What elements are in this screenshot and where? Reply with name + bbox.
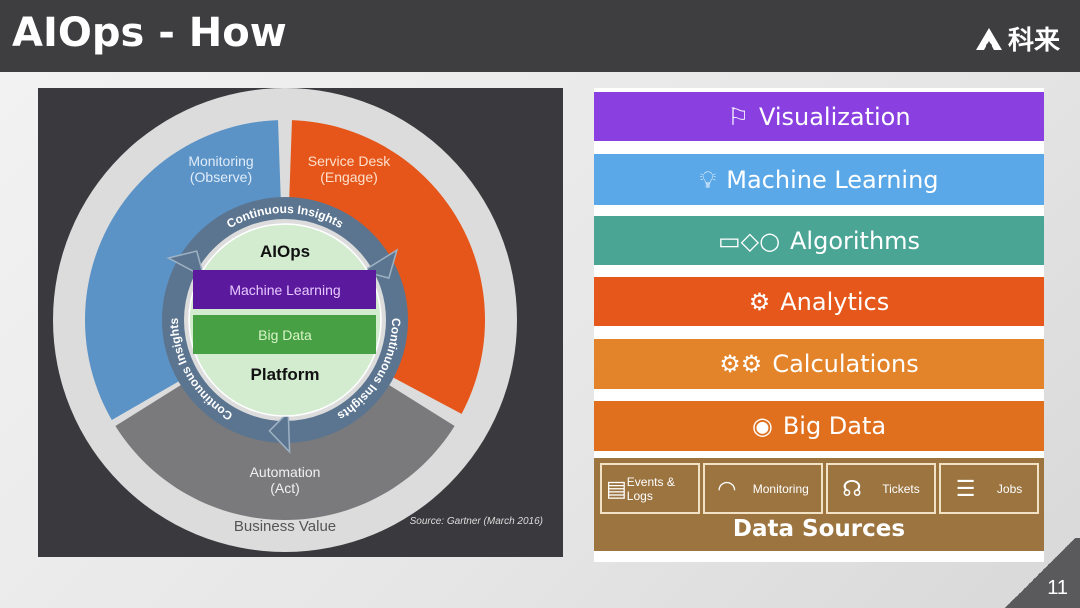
layer-algorithms: ▭◇○ Algorithms	[594, 216, 1044, 265]
source-label: Events & Logs	[626, 474, 675, 503]
window-icon: ▤	[606, 475, 627, 501]
layer-label: Analytics	[780, 287, 890, 316]
layer-label: Visualization	[758, 102, 911, 131]
source-monitoring: ◠ Monitoring	[703, 463, 823, 514]
source-label: Monitoring	[752, 481, 809, 496]
gauge-icon: ◠	[717, 475, 737, 501]
business-value-label: Business Value	[234, 518, 336, 535]
data-sources-label: Data Sources	[732, 516, 906, 542]
layer-machine-learning: 💡︎ Machine Learning	[594, 154, 1044, 205]
core-footer: Platform	[251, 365, 320, 384]
automation-label: Automation	[250, 464, 321, 480]
data-sources-layer: ▤ Events & Logs ◠ Monitoring ☊ Tickets ☰ Job…	[594, 458, 1044, 551]
logo-text: 科来	[1007, 25, 1060, 55]
layer-big-data-label: Big Data	[258, 327, 312, 343]
source-note: Source: Gartner (March 2016)	[410, 516, 543, 527]
layer-visualization: ⚐ Visualization	[594, 92, 1044, 141]
automation-sub: (Act)	[270, 480, 300, 496]
aiops-stack-diagram: ⚐ Visualization 💡︎ Machine Learning ▭◇○ Alg…	[594, 88, 1044, 562]
aiops-circle-diagram: Continuous Insights Continuous Insights …	[38, 88, 563, 557]
headset-icon: ☊	[842, 475, 862, 501]
layer-label: Machine Learning	[726, 165, 939, 194]
layer-label: Big Data	[782, 412, 887, 440]
source-label: Jobs	[996, 481, 1023, 496]
core-title: AIOps	[260, 242, 310, 261]
source-jobs: ☰ Jobs	[939, 463, 1039, 514]
lightbulb-icon: 💡︎	[699, 165, 717, 194]
layer-calculations: ⚙⚙ Calculations	[594, 339, 1044, 389]
gears-icon: ⚙⚙	[719, 350, 763, 378]
service-desk-label: Service Desk	[308, 153, 391, 169]
code-gear-icon: ⚙	[748, 287, 771, 316]
monitoring-label: Monitoring	[188, 153, 253, 169]
page-number-corner: 11	[1000, 538, 1080, 608]
disk-icon: ◉	[751, 412, 773, 440]
monitoring-sub: (Observe)	[190, 169, 252, 185]
header-bar: AIOps - How 科来	[0, 0, 1080, 72]
source-events-logs: ▤ Events & Logs	[600, 463, 700, 514]
layer-label: Algorithms	[790, 226, 921, 255]
layer-machine-learning-label: Machine Learning	[229, 282, 340, 298]
slide-title: AIOps - How	[12, 10, 287, 56]
logo: 科来	[974, 20, 1060, 57]
layer-big-data: ◉ Big Data	[594, 401, 1044, 451]
logo-icon	[975, 27, 1002, 50]
layer-label: Calculations	[772, 350, 919, 378]
source-tickets: ☊ Tickets	[826, 463, 936, 514]
source-label: Tickets	[882, 481, 920, 496]
database-icon: ☰	[955, 475, 976, 501]
page-number: 11	[1047, 577, 1068, 599]
service-desk-sub: (Engage)	[320, 169, 378, 185]
layer-analytics: ⚙ Analytics	[594, 277, 1044, 326]
flowchart-icon: ▭◇○	[717, 226, 781, 255]
presentation-icon: ⚐	[727, 102, 749, 131]
